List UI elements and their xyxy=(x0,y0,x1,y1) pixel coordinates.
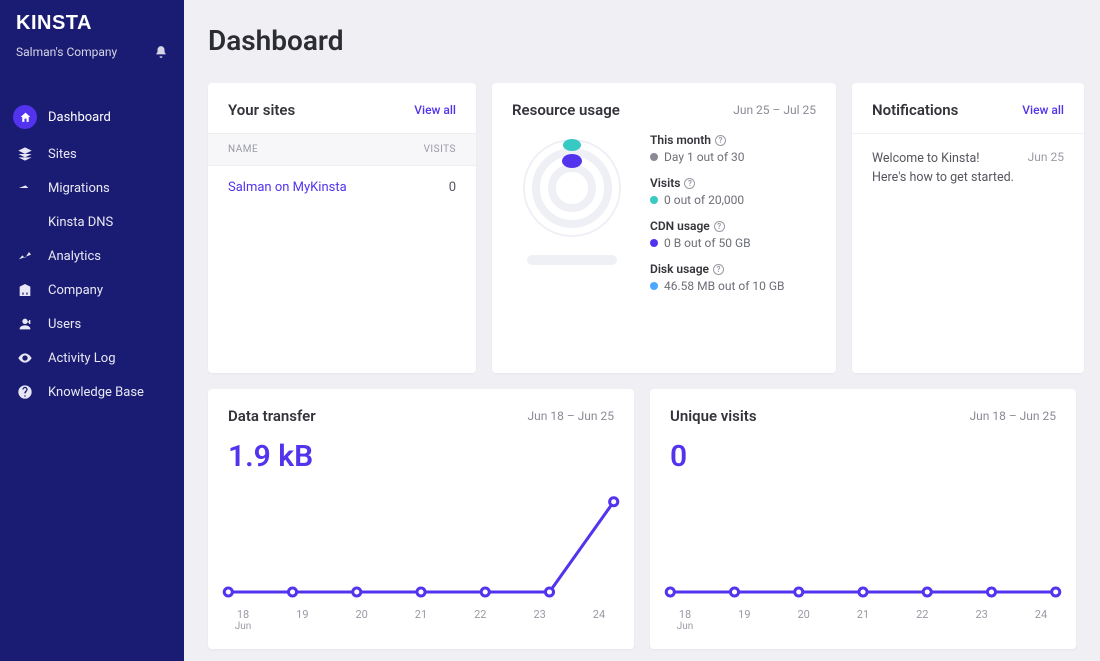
analytics-icon xyxy=(16,247,34,265)
visits-title: Unique visits xyxy=(670,407,757,425)
nav-label: Sites xyxy=(48,147,77,162)
sidebar-item-dns[interactable]: Kinsta DNS xyxy=(0,205,184,239)
transfer-range: Jun 18 – Jun 25 xyxy=(528,409,614,423)
nav-label: Users xyxy=(48,317,81,332)
nav-label: Activity Log xyxy=(48,351,116,366)
sidebar-item-analytics[interactable]: Analytics xyxy=(0,239,184,273)
sidebar: KINSTA Salman's Company Dashboard Sites … xyxy=(0,0,184,661)
visits-value: 0 xyxy=(650,439,1076,482)
users-icon xyxy=(16,315,34,333)
dashboard-row-1: Your sites View all NAME VISITS Salman o… xyxy=(208,83,1076,373)
site-visits: 0 xyxy=(449,180,456,195)
notification-item[interactable]: Welcome to Kinsta! Here's how to get sta… xyxy=(872,138,1064,188)
col-visits: VISITS xyxy=(424,144,456,155)
loading-skeleton xyxy=(527,255,617,265)
dashboard-row-2: Data transfer Jun 18 – Jun 25 1.9 kB 18J… xyxy=(208,389,1076,649)
migrations-icon xyxy=(16,179,34,197)
help-icon[interactable]: ? xyxy=(715,135,726,146)
your-sites-card: Your sites View all NAME VISITS Salman o… xyxy=(208,83,476,373)
nav-label: Kinsta DNS xyxy=(48,215,113,230)
transfer-title: Data transfer xyxy=(228,407,316,425)
unique-visits-chart xyxy=(650,482,1076,602)
nav-label: Company xyxy=(48,283,103,298)
visits-range: Jun 18 – Jun 25 xyxy=(970,409,1056,423)
site-row[interactable]: Salman on MyKinsta 0 xyxy=(208,166,476,209)
nav-label: Migrations xyxy=(48,181,110,196)
sidebar-item-company[interactable]: Company xyxy=(0,273,184,307)
brand-logo: KINSTA xyxy=(0,12,184,41)
sidebar-nav: Dashboard Sites Migrations Kinsta DNS An… xyxy=(0,97,184,409)
usage-range: Jun 25 – Jul 25 xyxy=(733,103,816,117)
nav-label: Knowledge Base xyxy=(48,385,144,400)
notif-date: Jun 25 xyxy=(1028,150,1064,188)
unique-visits-card: Unique visits Jun 18 – Jun 25 0 18Jun192… xyxy=(650,389,1076,649)
col-name: NAME xyxy=(228,144,258,155)
sidebar-item-migrations[interactable]: Migrations xyxy=(0,171,184,205)
sidebar-item-knowledge[interactable]: Knowledge Base xyxy=(0,375,184,409)
page-title: Dashboard xyxy=(208,24,1076,57)
dns-icon xyxy=(16,213,34,231)
data-transfer-chart xyxy=(208,482,634,602)
help-icon[interactable]: ? xyxy=(714,221,725,232)
dot-icon xyxy=(650,282,658,290)
visits-xaxis: 18Jun192021222324 xyxy=(650,602,1076,632)
help-icon xyxy=(16,383,34,401)
main-content: Dashboard Your sites View all NAME VISIT… xyxy=(184,0,1100,661)
dot-icon xyxy=(650,239,658,247)
home-icon xyxy=(13,105,37,129)
transfer-value: 1.9 kB xyxy=(208,439,634,482)
metric-disk: Disk usage? 46.58 MB out of 10 GB xyxy=(650,262,816,293)
data-transfer-card: Data transfer Jun 18 – Jun 25 1.9 kB 18J… xyxy=(208,389,634,649)
sidebar-item-activity[interactable]: Activity Log xyxy=(0,341,184,375)
sidebar-item-dashboard[interactable]: Dashboard xyxy=(0,97,184,137)
help-icon[interactable]: ? xyxy=(713,264,724,275)
nav-label: Dashboard xyxy=(48,110,111,125)
sites-view-all-link[interactable]: View all xyxy=(414,103,456,117)
help-icon[interactable]: ? xyxy=(684,178,695,189)
bell-icon[interactable] xyxy=(154,45,168,59)
sidebar-item-sites[interactable]: Sites xyxy=(0,137,184,171)
usage-title: Resource usage xyxy=(512,101,620,119)
dot-icon xyxy=(650,153,658,161)
notif-view-all-link[interactable]: View all xyxy=(1022,103,1064,117)
company-icon xyxy=(16,281,34,299)
resource-usage-card: Resource usage Jun 25 – Jul 25 xyxy=(492,83,836,373)
sites-table-head: NAME VISITS xyxy=(208,133,476,166)
notif-title: Notifications xyxy=(872,101,958,119)
metric-visits: Visits? 0 out of 20,000 xyxy=(650,176,816,207)
transfer-xaxis: 18Jun192021222324 xyxy=(208,602,634,632)
notif-message: Welcome to Kinsta! Here's how to get sta… xyxy=(872,150,1016,188)
notifications-card: Notifications View all Welcome to Kinsta… xyxy=(852,83,1084,373)
metric-cdn: CDN usage? 0 B out of 50 GB xyxy=(650,219,816,250)
eye-icon xyxy=(16,349,34,367)
company-selector[interactable]: Salman's Company xyxy=(0,41,184,73)
sidebar-item-users[interactable]: Users xyxy=(0,307,184,341)
nav-label: Analytics xyxy=(48,249,101,264)
site-name: Salman on MyKinsta xyxy=(228,180,347,195)
layers-icon xyxy=(16,145,34,163)
dot-icon xyxy=(650,196,658,204)
sites-title: Your sites xyxy=(228,101,295,119)
usage-donut-icon xyxy=(517,133,627,243)
company-name: Salman's Company xyxy=(16,45,117,59)
metric-this-month: This month? Day 1 out of 30 xyxy=(650,133,816,164)
